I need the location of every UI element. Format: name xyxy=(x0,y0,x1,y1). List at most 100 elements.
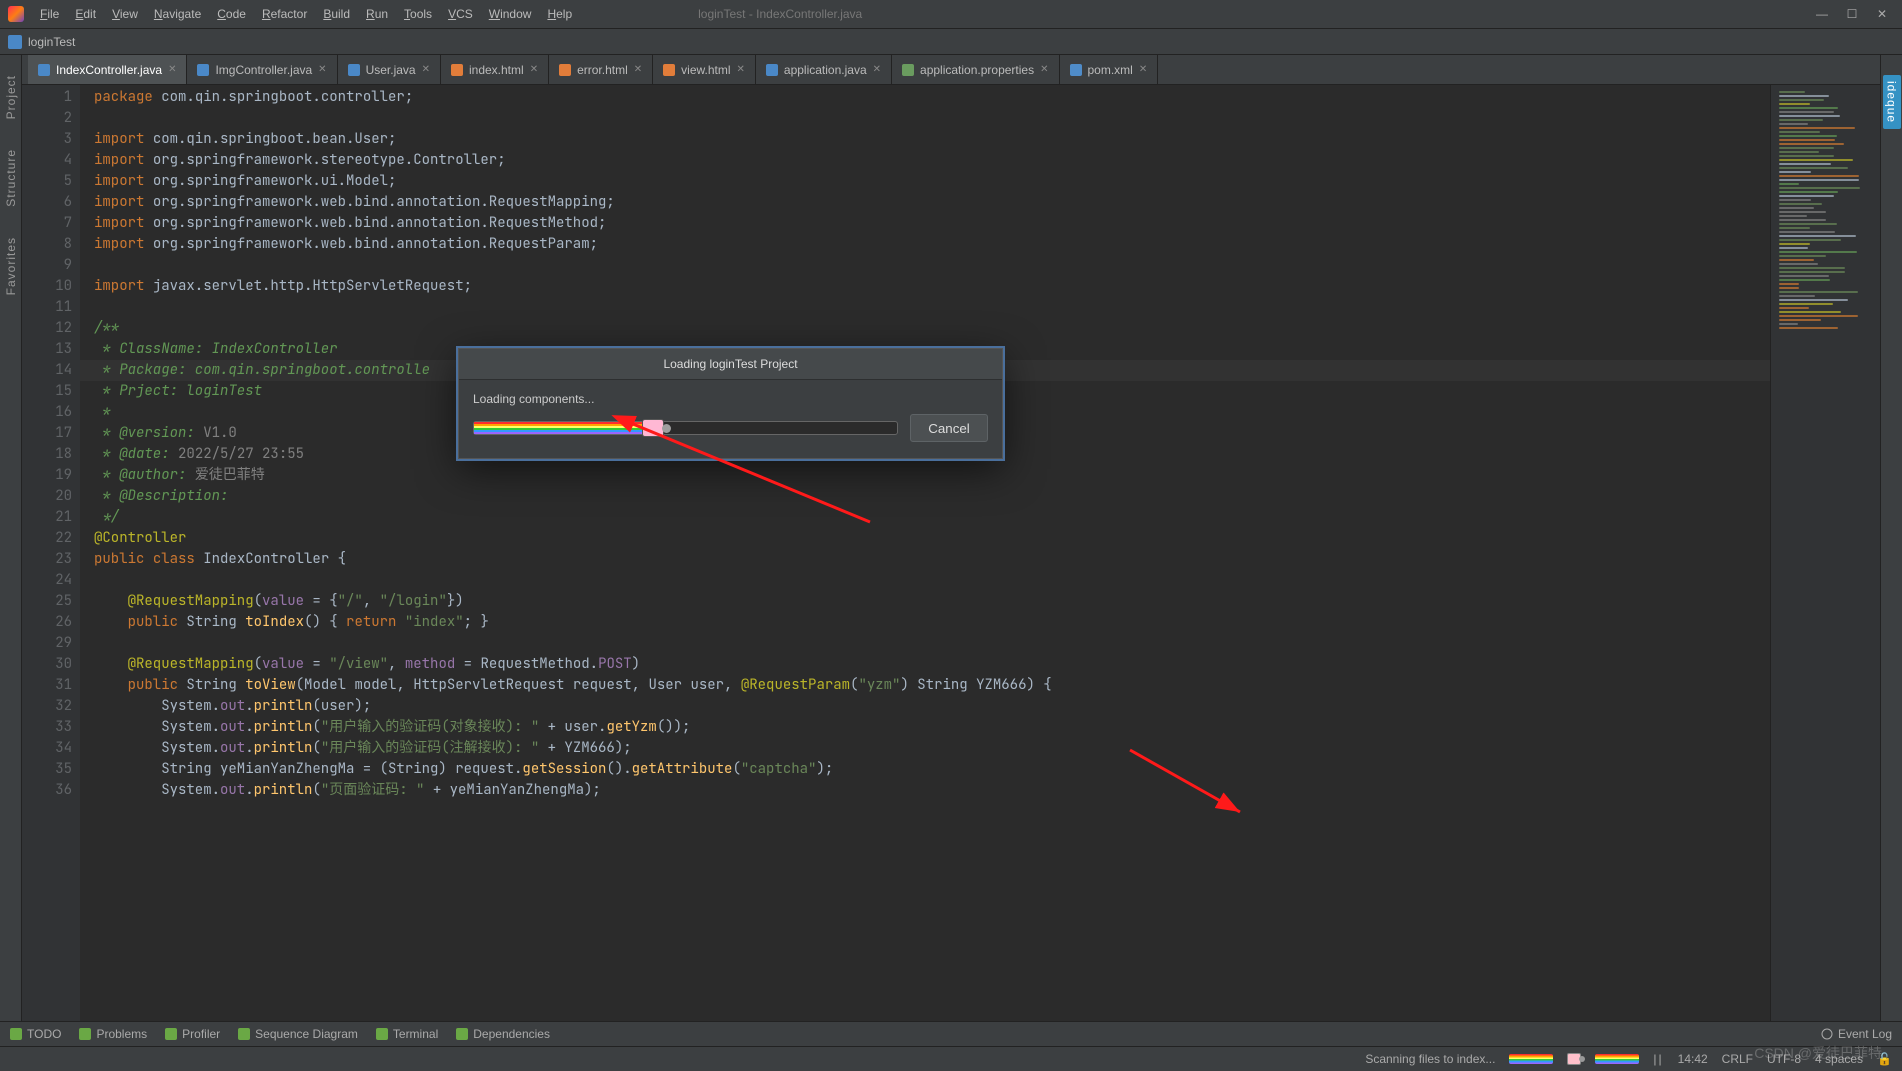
left-toolbar: Project Structure Favorites xyxy=(0,55,22,1021)
nyan-cat-icon xyxy=(642,419,664,437)
tool-icon xyxy=(376,1028,388,1040)
menu-file[interactable]: File xyxy=(34,3,65,25)
progress-bar xyxy=(473,421,898,435)
tab-label: IndexController.java xyxy=(56,63,162,77)
breadcrumb-bar: loginTest xyxy=(0,28,1902,55)
bubble-icon xyxy=(1821,1028,1833,1040)
bottom-toolstrip: TODO Problems Profiler Sequence Diagram Term… xyxy=(0,1021,1902,1046)
tab-view-html[interactable]: view.html ✕ xyxy=(653,55,756,84)
menu-navigate[interactable]: Navigate xyxy=(148,3,207,25)
file-icon xyxy=(902,64,914,76)
status-line-ending[interactable]: CRLF xyxy=(1722,1052,1753,1066)
file-icon xyxy=(197,64,209,76)
close-tab-icon[interactable]: ✕ xyxy=(530,64,538,75)
title-bar: FileEditViewNavigateCodeRefactorBuildRun… xyxy=(0,0,1902,28)
status-bar: Scanning files to index... || 14:42 CRLF… xyxy=(0,1046,1902,1071)
tab-index-html[interactable]: index.html ✕ xyxy=(441,55,549,84)
close-tab-icon[interactable]: ✕ xyxy=(634,64,642,75)
close-tab-icon[interactable]: ✕ xyxy=(422,64,430,75)
menu-refactor[interactable]: Refactor xyxy=(256,3,313,25)
editor-tabs: IndexController.java ✕ ImgController.java ✕… xyxy=(22,55,1880,85)
tool-dependencies[interactable]: Dependencies xyxy=(456,1027,550,1041)
file-icon xyxy=(38,64,50,76)
tab-error-html[interactable]: error.html ✕ xyxy=(549,55,653,84)
tool-label: Terminal xyxy=(393,1027,438,1041)
tool-problems[interactable]: Problems xyxy=(79,1027,147,1041)
tool-label: Sequence Diagram xyxy=(255,1027,358,1041)
menu-vcs[interactable]: VCS xyxy=(442,3,479,25)
file-icon xyxy=(663,64,675,76)
tab-pom-xml[interactable]: pom.xml✕ xyxy=(1060,55,1159,84)
tab-label: application.java xyxy=(784,63,867,77)
tool-icon xyxy=(10,1028,22,1040)
watermark: CSDN @爱徒巴菲特 xyxy=(1754,1043,1882,1063)
left-tool-favorites[interactable]: Favorites xyxy=(4,237,18,295)
code-area[interactable]: package com.qin.springboot.controller; i… xyxy=(80,85,1770,1021)
pause-icon[interactable]: || xyxy=(1653,1052,1663,1066)
tool-label: Dependencies xyxy=(473,1027,550,1041)
bg-task-label[interactable]: Scanning files to index... xyxy=(1365,1052,1495,1066)
main-menu: FileEditViewNavigateCodeRefactorBuildRun… xyxy=(34,3,578,25)
event-log-label: Event Log xyxy=(1838,1027,1892,1041)
tab-label: error.html xyxy=(577,63,628,77)
tab-IndexController-java[interactable]: IndexController.java ✕ xyxy=(28,55,187,84)
menu-run[interactable]: Run xyxy=(360,3,394,25)
bg-progress-rainbow-2 xyxy=(1595,1054,1639,1064)
right-tool-ideque[interactable]: ideque xyxy=(1883,75,1901,129)
menu-code[interactable]: Code xyxy=(211,3,252,25)
tab-User-java[interactable]: User.java✕ xyxy=(338,55,441,84)
tab-label: view.html xyxy=(681,63,730,77)
status-time: 14:42 xyxy=(1678,1052,1708,1066)
menu-view[interactable]: View xyxy=(106,3,144,25)
tab-label: index.html xyxy=(469,63,524,77)
tab-application-properties[interactable]: application.properties ✕ xyxy=(892,55,1059,84)
tool-icon xyxy=(79,1028,91,1040)
event-log[interactable]: Event Log xyxy=(1821,1027,1892,1041)
left-tool-structure[interactable]: Structure xyxy=(4,149,18,207)
menu-help[interactable]: Help xyxy=(541,3,578,25)
tool-label: Problems xyxy=(96,1027,147,1041)
tab-application-java[interactable]: application.java ✕ xyxy=(756,55,892,84)
tool-label: TODO xyxy=(27,1027,61,1041)
menu-tools[interactable]: Tools xyxy=(398,3,438,25)
minimize-icon[interactable]: — xyxy=(1816,7,1828,21)
nyan-cat-icon xyxy=(1567,1053,1581,1065)
tab-label: ImgController.java xyxy=(215,63,312,77)
loading-dialog: Loading loginTest Project Loading compon… xyxy=(458,348,1003,459)
close-tab-icon[interactable]: ✕ xyxy=(1040,64,1048,75)
dialog-title: Loading loginTest Project xyxy=(459,349,1002,380)
tool-icon xyxy=(165,1028,177,1040)
close-tab-icon[interactable]: ✕ xyxy=(318,64,326,75)
tool-profiler[interactable]: Profiler xyxy=(165,1027,220,1041)
file-icon xyxy=(348,64,360,76)
project-icon xyxy=(8,35,22,49)
tool-todo[interactable]: TODO xyxy=(10,1027,61,1041)
minimap[interactable] xyxy=(1770,85,1880,1021)
breadcrumb[interactable]: loginTest xyxy=(28,35,75,49)
tab-ImgController-java[interactable]: ImgController.java ✕ xyxy=(187,55,337,84)
left-tool-project[interactable]: Project xyxy=(4,75,18,119)
close-tab-icon[interactable]: ✕ xyxy=(737,64,745,75)
close-tab-icon[interactable]: ✕ xyxy=(873,64,881,75)
close-tab-icon[interactable]: ✕ xyxy=(1139,64,1147,75)
maximize-icon[interactable]: ☐ xyxy=(1846,7,1858,21)
tool-icon xyxy=(456,1028,468,1040)
file-icon xyxy=(451,64,463,76)
tool-sequence-diagram[interactable]: Sequence Diagram xyxy=(238,1027,358,1041)
menu-build[interactable]: Build xyxy=(317,3,356,25)
close-tab-icon[interactable]: ✕ xyxy=(168,64,176,75)
file-icon xyxy=(559,64,571,76)
tool-terminal[interactable]: Terminal xyxy=(376,1027,438,1041)
app-icon xyxy=(8,6,24,22)
tab-label: application.properties xyxy=(920,63,1034,77)
file-icon xyxy=(1070,64,1082,76)
close-icon[interactable]: ✕ xyxy=(1876,7,1888,21)
menu-edit[interactable]: Edit xyxy=(69,3,102,25)
tool-icon xyxy=(238,1028,250,1040)
cancel-button[interactable]: Cancel xyxy=(910,414,988,442)
menu-window[interactable]: Window xyxy=(483,3,538,25)
editor[interactable]: 1234567891011121314151617181920212223242… xyxy=(22,85,1880,1021)
line-gutter: 1234567891011121314151617181920212223242… xyxy=(22,85,80,1021)
file-icon xyxy=(766,64,778,76)
tool-label: Profiler xyxy=(182,1027,220,1041)
